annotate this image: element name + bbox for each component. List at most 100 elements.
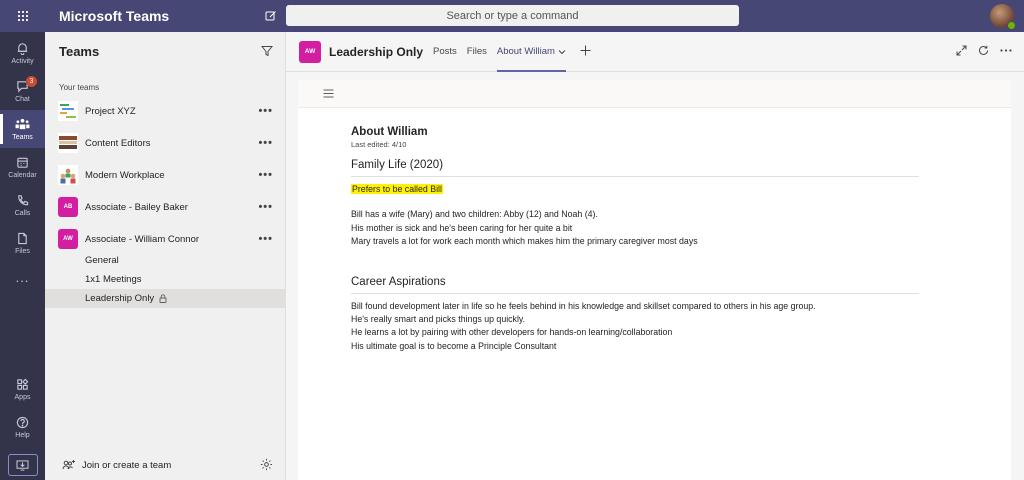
panel-title: Teams xyxy=(59,44,100,59)
file-icon xyxy=(18,232,27,244)
hamburger-menu-icon[interactable] xyxy=(323,89,334,98)
team-more-options[interactable]: ••• xyxy=(258,169,273,181)
channel-header: AW Leadership Only Posts Files About Wil… xyxy=(286,32,1024,72)
channel-team-avatar: AW xyxy=(299,40,321,63)
app-rail: Activity 3 Chat Teams Calendar Calls Fil… xyxy=(0,32,45,480)
app-launcher-icon[interactable] xyxy=(0,0,45,32)
paragraph-line: His mother is sick and he's been caring … xyxy=(351,222,573,233)
download-app-button[interactable] xyxy=(0,450,45,480)
team-item-associate-bailey-baker[interactable]: AB Associate - Bailey Baker ••• xyxy=(45,191,286,223)
chat-badge: 3 xyxy=(26,76,37,87)
section-your-teams: Your teams xyxy=(59,83,100,92)
team-more-options[interactable]: ••• xyxy=(258,137,273,149)
app-title: Microsoft Teams xyxy=(59,8,170,24)
tab-about-william[interactable]: About William xyxy=(496,32,567,72)
user-avatar[interactable] xyxy=(990,4,1016,30)
team-name: Associate - Bailey Baker xyxy=(85,201,188,213)
more-apps-icon[interactable]: ... xyxy=(0,258,45,296)
team-avatar xyxy=(58,133,78,153)
join-create-team-button[interactable]: Join or create a team xyxy=(45,450,286,480)
team-logo-icon xyxy=(58,133,78,153)
add-tab-icon[interactable] xyxy=(580,43,591,60)
channel-item-1x1-meetings[interactable]: 1x1 Meetings xyxy=(45,270,286,289)
title-bar: Microsoft Teams Search or type a command xyxy=(0,0,1024,32)
phone-icon xyxy=(18,194,29,205)
rail-label: Calendar xyxy=(8,171,37,179)
team-logo-icon xyxy=(58,101,78,121)
rail-item-activity[interactable]: Activity xyxy=(0,34,45,72)
search-placeholder: Search or type a command xyxy=(446,9,579,22)
lock-icon xyxy=(159,294,167,303)
team-avatar: AW xyxy=(58,229,78,249)
section-heading-family-life: Family Life (2020) xyxy=(351,159,919,177)
calendar-icon xyxy=(17,157,28,168)
team-logo-icon xyxy=(58,165,78,185)
rail-item-calendar[interactable]: Calendar xyxy=(0,148,45,186)
rail-item-calls[interactable]: Calls xyxy=(0,186,45,224)
rail-label: Calls xyxy=(14,209,31,217)
expand-icon[interactable] xyxy=(956,45,967,56)
tab-files[interactable]: Files xyxy=(467,32,487,72)
rail-more-label: ... xyxy=(15,269,30,285)
rail-label: Help xyxy=(15,431,30,439)
tab-content: About William Last edited: 4/10 Family L… xyxy=(298,80,1011,480)
paragraph-line: Bill has a wife (Mary) and two children:… xyxy=(351,209,598,220)
team-name: Associate - William Connor xyxy=(85,233,200,245)
team-more-options[interactable]: ••• xyxy=(258,233,273,245)
channel-title: Leadership Only xyxy=(329,44,424,59)
bell-icon xyxy=(17,42,28,55)
career-paragraph: Bill found development later in life so … xyxy=(351,300,919,354)
rail-label: Chat xyxy=(15,95,30,103)
join-team-icon xyxy=(62,460,75,470)
help-icon xyxy=(16,416,29,428)
channel-name: Leadership Only xyxy=(85,293,155,304)
channel-name: 1x1 Meetings xyxy=(85,274,142,285)
rail-label: Files xyxy=(15,247,30,255)
team-item-modern-workplace[interactable]: Modern Workplace ••• xyxy=(45,159,286,191)
rail-label: Apps xyxy=(14,393,31,401)
team-avatar: AB xyxy=(58,197,78,217)
tab-posts[interactable]: Posts xyxy=(433,32,457,72)
tab-label: About William xyxy=(496,46,555,57)
team-avatar xyxy=(58,101,78,121)
content-toolbar xyxy=(298,80,1011,108)
refresh-icon[interactable] xyxy=(978,45,989,56)
rail-item-teams[interactable]: Teams xyxy=(0,110,45,148)
chevron-down-icon[interactable] xyxy=(558,49,566,55)
paragraph-line: Mary travels a lot for work each month w… xyxy=(351,236,698,247)
highlighted-note: Prefers to be called Bill xyxy=(351,183,919,196)
filter-icon[interactable] xyxy=(260,44,274,62)
channel-item-general[interactable]: General xyxy=(45,251,286,270)
rail-item-help[interactable]: Help xyxy=(0,408,45,446)
teams-icon xyxy=(15,118,30,129)
highlight-text: Prefers to be called Bill xyxy=(351,184,443,194)
search-input[interactable]: Search or type a command xyxy=(286,5,739,26)
team-item-project-xyz[interactable]: Project XYZ ••• xyxy=(45,95,286,127)
paragraph-line: Bill found development later in life so … xyxy=(351,300,816,311)
channel-name: General xyxy=(85,255,119,266)
join-create-team-label: Join or create a team xyxy=(82,459,172,471)
team-name: Content Editors xyxy=(85,137,151,149)
team-more-options[interactable]: ••• xyxy=(258,201,273,213)
family-life-paragraph: Bill has a wife (Mary) and two children:… xyxy=(351,208,919,248)
header-actions xyxy=(956,45,1012,56)
last-edited: Last edited: 4/10 xyxy=(351,140,407,149)
rail-item-apps[interactable]: Apps xyxy=(0,370,45,408)
team-name: Modern Workplace xyxy=(85,169,165,181)
presence-available-icon xyxy=(1007,21,1016,30)
paragraph-line: His ultimate goal is to become a Princip… xyxy=(351,340,557,351)
download-icon xyxy=(16,459,29,471)
more-options-icon[interactable] xyxy=(1000,49,1012,52)
gear-icon[interactable] xyxy=(260,458,273,471)
teams-panel: Teams Your teams Project XYZ ••• Content… xyxy=(45,32,286,480)
rail-label: Teams xyxy=(12,133,33,141)
section-heading-career-aspirations: Career Aspirations xyxy=(351,276,919,294)
rail-label: Activity xyxy=(11,57,34,65)
compose-icon[interactable] xyxy=(261,6,281,26)
rail-item-files[interactable]: Files xyxy=(0,224,45,262)
team-more-options[interactable]: ••• xyxy=(258,105,273,117)
paragraph-line: He's really smart and picks things up qu… xyxy=(351,314,526,325)
team-item-content-editors[interactable]: Content Editors ••• xyxy=(45,127,286,159)
rail-item-chat[interactable]: 3 Chat xyxy=(0,72,45,110)
channel-item-leadership-only[interactable]: Leadership Only xyxy=(45,289,286,308)
